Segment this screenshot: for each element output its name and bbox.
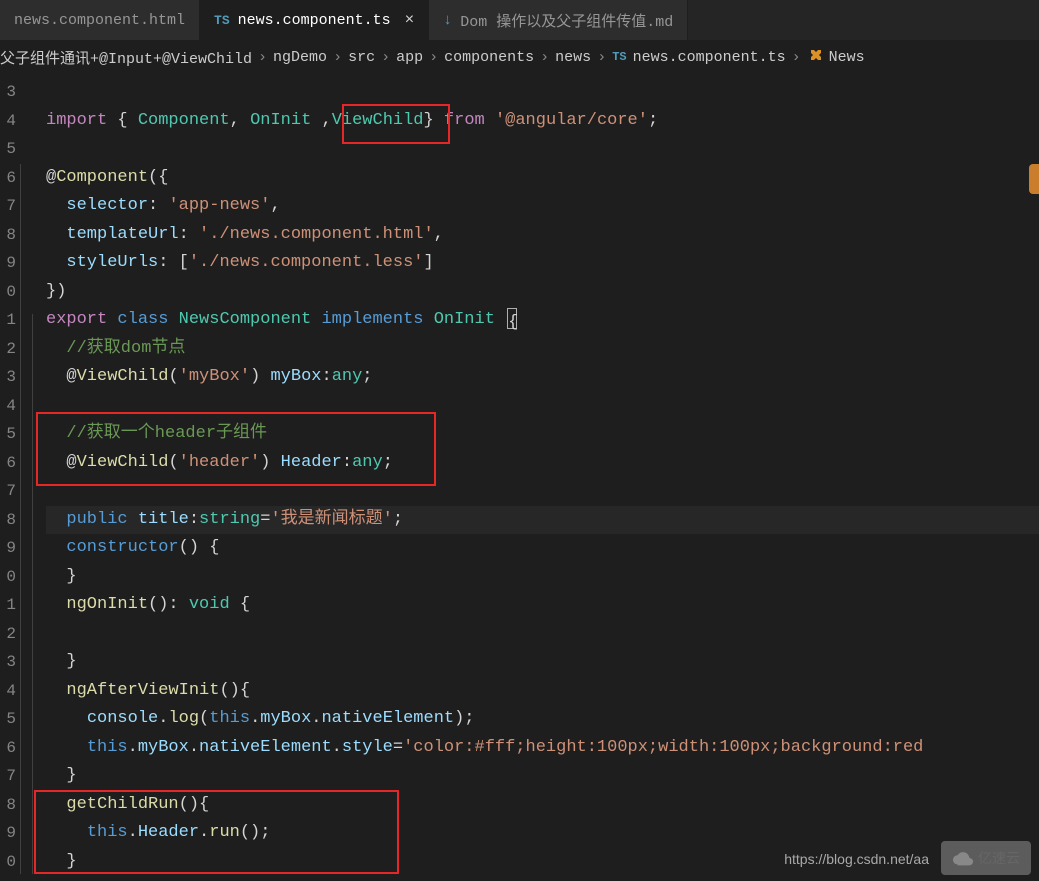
tab-ts[interactable]: TS news.component.ts ×	[200, 0, 429, 40]
crumb-components[interactable]: components	[444, 49, 534, 66]
code-line: @ViewChild('header') Header:any;	[46, 449, 1039, 478]
crumb-src[interactable]: src	[348, 49, 375, 66]
close-icon[interactable]: ×	[405, 11, 415, 29]
tab-md[interactable]: ↓ Dom 操作以及父子组件传值.md	[429, 0, 688, 40]
tab-html[interactable]: news.component.html	[0, 0, 200, 40]
code-line	[46, 78, 1039, 107]
code-line: export class NewsComponent implements On…	[46, 306, 1039, 335]
ts-icon: TS	[214, 13, 230, 28]
editor-tabs: news.component.html TS news.component.ts…	[0, 0, 1039, 40]
code-line: this.Header.run();	[46, 819, 1039, 848]
chevron-right-icon: ›	[429, 49, 438, 66]
code-line: }	[46, 563, 1039, 592]
code-line	[46, 620, 1039, 649]
chevron-right-icon: ›	[540, 49, 549, 66]
code-line: public title:string='我是新闻标题';	[46, 506, 1039, 535]
code-line: ngOnInit(): void {	[46, 591, 1039, 620]
code-line: this.myBox.nativeElement.style='color:#f…	[46, 734, 1039, 763]
crumb-project[interactable]: ngDemo	[273, 49, 327, 66]
tab-label: Dom 操作以及父子组件传值.md	[460, 10, 673, 31]
code-line: ngAfterViewInit(){	[46, 677, 1039, 706]
chevron-right-icon: ›	[333, 49, 342, 66]
code-line: @Component({	[46, 164, 1039, 193]
crumb-root[interactable]: 父子组件通讯+@Input+@ViewChild	[0, 47, 252, 68]
tab-label: news.component.ts	[238, 12, 391, 29]
chevron-right-icon: ›	[597, 49, 606, 66]
line-gutter: 345 678 901 234 567 890 123 456 789 0	[0, 74, 20, 881]
code-line: selector: 'app-news',	[46, 192, 1039, 221]
crumb-class[interactable]: News	[829, 49, 865, 66]
code-area[interactable]: import { Component, OnInit ,ViewChild} f…	[20, 74, 1039, 881]
code-editor[interactable]: 345 678 901 234 567 890 123 456 789 0 im…	[0, 74, 1039, 881]
markdown-icon: ↓	[443, 12, 452, 29]
code-line: console.log(this.myBox.nativeElement);	[46, 705, 1039, 734]
watermark-logo: 亿速云	[941, 841, 1031, 875]
watermark-url: https://blog.csdn.net/aa	[784, 851, 929, 867]
code-line: //获取dom节点	[46, 335, 1039, 364]
class-icon	[807, 47, 823, 68]
code-line: }	[46, 762, 1039, 791]
cursor: {	[507, 308, 517, 329]
crumb-news[interactable]: news	[555, 49, 591, 66]
chevron-right-icon: ›	[792, 49, 801, 66]
breadcrumb[interactable]: 父子组件通讯+@Input+@ViewChild › ngDemo › src …	[0, 40, 1039, 74]
code-line: constructor() {	[46, 534, 1039, 563]
chevron-right-icon: ›	[381, 49, 390, 66]
code-line: styleUrls: ['./news.component.less']	[46, 249, 1039, 278]
tab-label: news.component.html	[14, 12, 185, 29]
ts-icon: TS	[612, 50, 626, 64]
chevron-right-icon: ›	[258, 49, 267, 66]
code-line	[46, 392, 1039, 421]
code-line	[46, 477, 1039, 506]
crumb-app[interactable]: app	[396, 49, 423, 66]
code-line: })	[46, 278, 1039, 307]
crumb-file[interactable]: news.component.ts	[633, 49, 786, 66]
code-line: //获取一个header子组件	[46, 420, 1039, 449]
code-line: getChildRun(){	[46, 791, 1039, 820]
code-line: }	[46, 648, 1039, 677]
logo-icon	[1029, 164, 1039, 194]
code-line: templateUrl: './news.component.html',	[46, 221, 1039, 250]
code-line: import { Component, OnInit ,ViewChild} f…	[46, 107, 1039, 136]
code-line: @ViewChild('myBox') myBox:any;	[46, 363, 1039, 392]
code-line	[46, 135, 1039, 164]
